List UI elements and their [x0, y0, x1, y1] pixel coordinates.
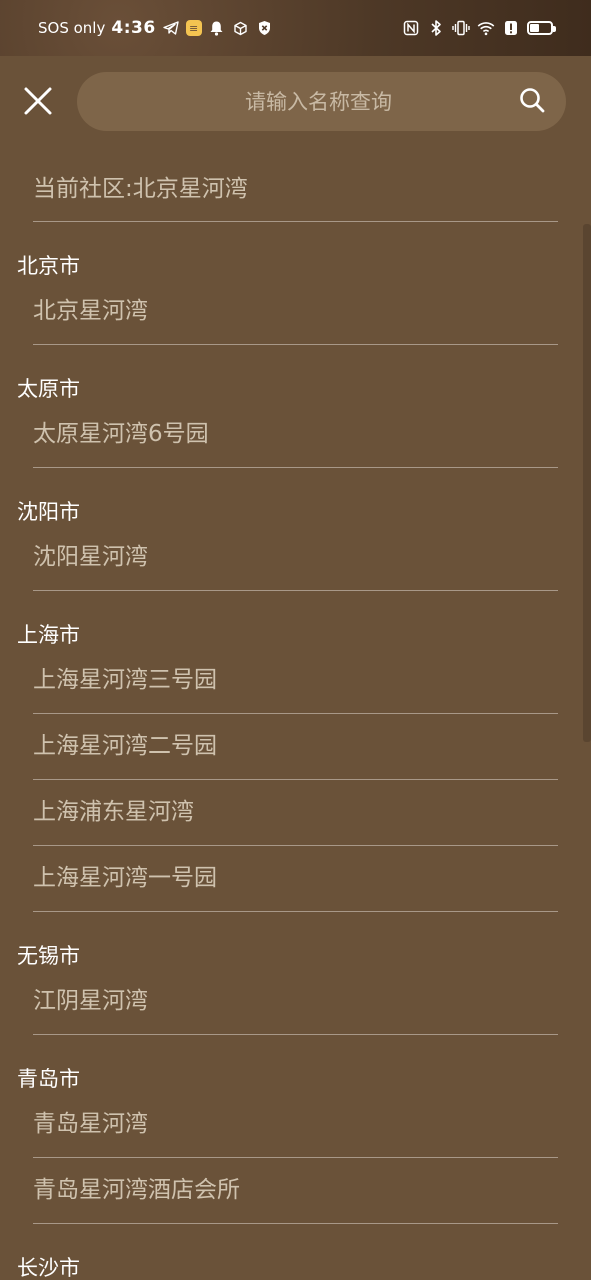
- community-item[interactable]: 江阴星河湾: [33, 969, 558, 1035]
- city-header: 太原市: [17, 377, 80, 401]
- current-community: 当前社区:北京星河湾: [33, 152, 558, 222]
- battery-icon: [527, 21, 556, 35]
- status-right: [402, 19, 556, 37]
- clock-time: 4:36: [111, 18, 156, 38]
- vibrate-icon: [452, 19, 470, 37]
- community-item[interactable]: 青岛星河湾: [33, 1092, 558, 1158]
- community-label: 上海星河湾一号园: [33, 865, 217, 891]
- search-box: [77, 71, 566, 132]
- community-label: 上海星河湾三号园: [33, 667, 217, 693]
- search-icon: [518, 86, 546, 118]
- community-item[interactable]: 北京星河湾: [33, 279, 558, 345]
- close-icon: [23, 86, 53, 120]
- carrier-text: SOS only: [38, 19, 106, 37]
- search-button[interactable]: [502, 72, 562, 131]
- community-item[interactable]: 上海星河湾二号园: [33, 714, 558, 780]
- status-left: SOS only 4:36 ≡: [38, 18, 274, 38]
- nfc-icon: [402, 19, 420, 37]
- close-button[interactable]: [18, 83, 58, 123]
- community-label: 上海星河湾二号园: [33, 733, 217, 759]
- community-label: 江阴星河湾: [33, 988, 148, 1014]
- community-item[interactable]: 上海星河湾三号园: [33, 648, 558, 714]
- alert-icon: [502, 19, 520, 37]
- shield-x-icon: [256, 19, 274, 37]
- community-item[interactable]: 青岛星河湾酒店会所: [33, 1158, 558, 1224]
- bluetooth-icon: [427, 19, 445, 37]
- community-label: 太原星河湾6号园: [33, 421, 209, 447]
- community-item[interactable]: 上海浦东星河湾: [33, 780, 558, 846]
- community-label: 青岛星河湾酒店会所: [33, 1177, 240, 1203]
- city-header: 上海市: [17, 623, 80, 647]
- search-input[interactable]: [77, 71, 502, 132]
- current-community-label: 当前社区:北京星河湾: [33, 176, 248, 202]
- city-header: 青岛市: [17, 1067, 80, 1091]
- city-header: 长沙市: [17, 1256, 80, 1280]
- community-item[interactable]: 沈阳星河湾: [33, 525, 558, 591]
- search-header: [0, 56, 591, 152]
- community-item[interactable]: 太原星河湾6号园: [33, 402, 558, 468]
- scrollbar[interactable]: [583, 224, 591, 742]
- city-header: 无锡市: [17, 944, 80, 968]
- notes-app-icon: ≡: [185, 20, 202, 36]
- status-bar: SOS only 4:36 ≡: [0, 0, 591, 56]
- community-item[interactable]: 上海星河湾一号园: [33, 846, 558, 912]
- bell-icon: [208, 19, 226, 37]
- wifi-icon: [477, 19, 495, 37]
- city-header: 沈阳市: [17, 500, 80, 524]
- community-list[interactable]: 当前社区:北京星河湾 北京市北京星河湾太原市太原星河湾6号园沈阳市沈阳星河湾上海…: [0, 152, 591, 1280]
- city-header: 北京市: [17, 254, 80, 278]
- community-label: 青岛星河湾: [33, 1111, 148, 1137]
- community-label: 北京星河湾: [33, 298, 148, 324]
- telegram-icon: [162, 19, 180, 37]
- community-label: 上海浦东星河湾: [33, 799, 194, 825]
- box-icon: [232, 19, 250, 37]
- battery-level: [530, 24, 539, 32]
- community-label: 沈阳星河湾: [33, 544, 148, 570]
